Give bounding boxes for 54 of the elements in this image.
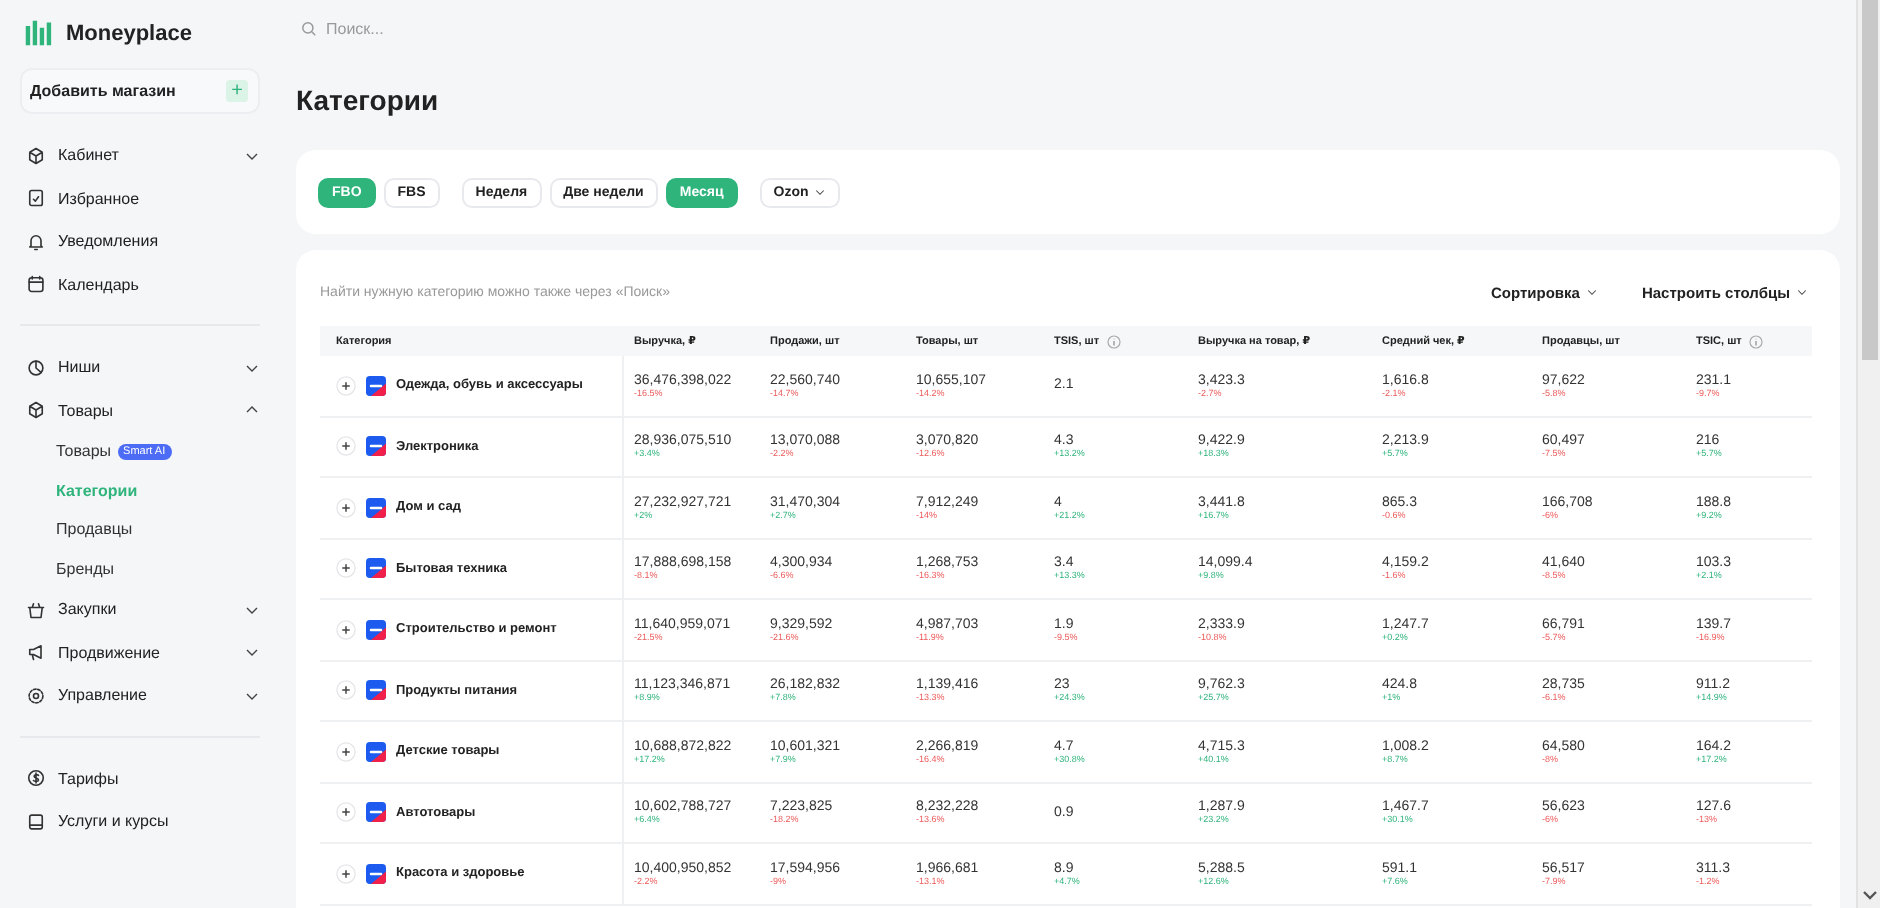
plus-icon[interactable] (336, 680, 356, 701)
plus-icon[interactable] (336, 436, 356, 457)
category-logo-icon (366, 619, 386, 640)
nav-item[interactable]: Избранное (20, 177, 260, 220)
plus-icon[interactable] (336, 497, 356, 518)
chevron-down-icon (814, 186, 827, 198)
plus-icon[interactable] (336, 741, 356, 762)
plus-icon[interactable] (336, 619, 356, 640)
cube-icon (26, 400, 46, 421)
plus-icon[interactable] (336, 558, 356, 579)
pie-chart-icon (26, 357, 46, 378)
scrollbar[interactable] (1856, 0, 1880, 908)
megaphone-icon (26, 642, 46, 663)
category-logo-icon (366, 741, 386, 762)
cube-icon (26, 145, 46, 166)
bookmark-icon (26, 188, 46, 209)
logo-icon (24, 18, 52, 48)
add-store-label: Добавить магазин (30, 82, 176, 100)
basket-icon (26, 599, 46, 620)
nav-item[interactable]: Закупки (20, 588, 260, 631)
nav-item[interactable]: Кабинет (20, 134, 260, 177)
nav-item[interactable]: Продвижение (20, 631, 260, 674)
plus-icon[interactable] (336, 802, 356, 823)
nav-item[interactable]: Управление (20, 674, 260, 717)
search-field[interactable]: Поиск... (326, 19, 626, 37)
category-logo-icon (366, 863, 386, 884)
chevron-down-icon (1585, 286, 1598, 298)
category-logo-icon (366, 497, 386, 518)
page-title: Категории (296, 84, 441, 120)
nav-subitem[interactable]: Бренды (56, 559, 114, 578)
nav-item[interactable]: Услуги и курсы (20, 800, 260, 843)
category-logo-icon (366, 375, 386, 396)
bell-icon (26, 231, 46, 252)
nav-item[interactable]: Уведомления (20, 220, 260, 263)
chevron-down-icon (1796, 286, 1808, 298)
gear-icon (26, 685, 46, 706)
category-logo-icon (366, 558, 386, 579)
nav-item[interactable]: Товары (20, 389, 260, 432)
plus-icon[interactable] (336, 375, 356, 396)
search-icon (300, 19, 318, 37)
dollar-coin-icon (26, 768, 46, 789)
add-store-button[interactable]: Добавить магазин + (20, 68, 260, 114)
brand-name: Moneyplace (66, 21, 192, 45)
nav-item[interactable]: Ниши (20, 346, 260, 389)
nav-subitem[interactable]: Продавцы (56, 520, 133, 539)
plus-icon[interactable] (336, 863, 356, 884)
category-logo-icon (366, 680, 386, 701)
nav-item[interactable]: Тарифы (20, 757, 260, 800)
book-icon (26, 811, 46, 832)
nav-item[interactable]: Календарь (20, 263, 260, 306)
nav-subitem[interactable]: Товары (56, 442, 112, 461)
calendar-icon (26, 274, 46, 295)
category-logo-icon (366, 436, 386, 457)
category-logo-icon (366, 802, 386, 823)
